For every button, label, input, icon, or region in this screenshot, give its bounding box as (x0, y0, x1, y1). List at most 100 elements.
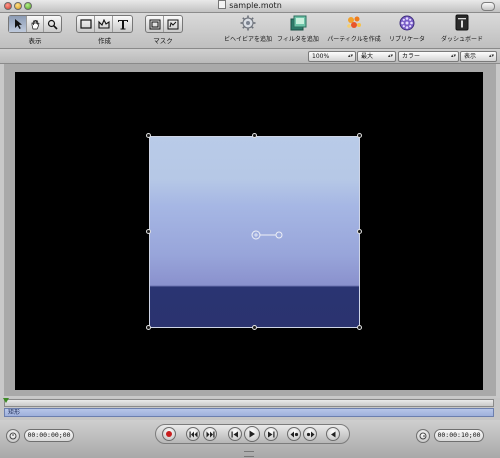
layer-bar[interactable]: 矩形 (4, 408, 494, 417)
add-behavior-button[interactable]: ビヘイビアを追加 (220, 14, 276, 43)
current-time-value: 00:00:00;00 (27, 431, 71, 439)
document-icon (218, 0, 227, 9)
record-button[interactable] (162, 427, 176, 441)
view-options-bar: 100% ▴▾ 最大 ▴▾ カラー ▴▾ 表示 ▴▾ (0, 49, 500, 64)
play-icon (249, 430, 255, 438)
select-tool-button[interactable] (9, 16, 27, 32)
loop-icon (306, 431, 314, 437)
popup-arrows-icon: ▴▾ (488, 53, 494, 59)
motion-window: sample.motn 表示 作成 マスク ビヘイビアを追加 フィルタを追加 パ… (0, 0, 500, 458)
zoom-level-popup[interactable]: 100% ▴▾ (308, 51, 356, 62)
filter-icon (290, 15, 307, 31)
dashboard-label: ダッシュボード (440, 36, 483, 43)
replicator-button[interactable]: リプリケータ (379, 14, 435, 43)
dashboard-button[interactable]: ダッシュボード (434, 14, 490, 43)
text-t-icon (117, 19, 128, 29)
resolution-popup[interactable]: 最大 ▴▾ (357, 51, 396, 62)
go-to-end-button[interactable] (203, 427, 217, 441)
play-range-button[interactable] (287, 427, 301, 441)
timeline-ruler[interactable] (4, 399, 494, 407)
pan-tool-button[interactable] (27, 16, 44, 32)
speaker-icon (331, 431, 336, 437)
selection-handle[interactable] (252, 133, 257, 138)
rectangle-mask-button[interactable] (146, 16, 164, 32)
popup-arrows-icon: ▴▾ (347, 53, 353, 59)
mask-tools-group (145, 15, 183, 33)
skip-to-end-icon (206, 431, 214, 437)
play-button[interactable] (244, 426, 260, 442)
selection-handle[interactable] (146, 325, 151, 330)
window-title-text: sample.motn (229, 1, 282, 10)
hand-icon (31, 19, 39, 29)
selection-handle[interactable] (357, 325, 362, 330)
make-particles-label: パーティクルを作成 (327, 36, 381, 43)
channels-popup[interactable]: カラー ▴▾ (398, 51, 459, 62)
view-tools-group (8, 15, 62, 33)
window-title: sample.motn (0, 0, 500, 12)
view-group-label: 表示 (28, 37, 42, 45)
make-particles-button[interactable]: パーティクルを作成 (326, 14, 382, 43)
selection-handle[interactable] (357, 229, 362, 234)
resolution-value: 最大 (361, 53, 374, 60)
replicator-label: リプリケータ (388, 36, 425, 43)
selection-handle[interactable] (146, 229, 151, 234)
canvas[interactable] (15, 72, 483, 390)
clock-icon (9, 432, 17, 440)
toolbar-toggle-button[interactable] (481, 2, 495, 11)
anchor-point-handle[interactable] (249, 226, 289, 240)
go-to-start-button[interactable] (186, 427, 200, 441)
toolbar: 表示 作成 マスク ビヘイビアを追加 フィルタを追加 パーティクルを作成 リプリ… (0, 13, 500, 49)
text-tool-button[interactable] (113, 16, 132, 32)
popup-arrows-icon: ▴▾ (450, 53, 456, 59)
playhead-marker-icon[interactable] (3, 398, 9, 403)
add-filter-button[interactable]: フィルタを追加 (270, 14, 326, 43)
selection-handle[interactable] (146, 133, 151, 138)
canvas-area (4, 64, 496, 396)
magnifier-icon (47, 19, 58, 30)
create-group-label: 作成 (98, 37, 111, 45)
display-popup[interactable]: 表示 ▴▾ (460, 51, 497, 62)
anchor-rotation-icon (251, 230, 283, 240)
layer-bar-label: 矩形 (8, 409, 21, 416)
record-icon (166, 431, 172, 437)
rectangle-mask-icon (149, 19, 160, 29)
resize-grip-icon[interactable] (244, 451, 254, 457)
duration-field[interactable]: 00:00:10;00 (434, 429, 484, 442)
current-time-mode-button[interactable] (6, 429, 20, 443)
selection-handle[interactable] (252, 325, 257, 330)
bezier-mask-button[interactable] (164, 16, 182, 32)
arrow-pointer-icon (14, 19, 22, 29)
title-bar: sample.motn (0, 0, 500, 13)
rectangle-icon (79, 19, 92, 29)
dashboard-icon (455, 14, 469, 31)
selection-handle[interactable] (357, 133, 362, 138)
step-back-icon (231, 431, 238, 437)
mask-group-label: マスク (153, 37, 173, 45)
zoom-level-value: 100% (312, 53, 330, 60)
zoom-tool-button[interactable] (44, 16, 61, 32)
channels-value: カラー (402, 53, 421, 60)
skip-to-start-icon (189, 431, 197, 437)
audio-button[interactable] (326, 427, 340, 441)
popup-arrows-icon: ▴▾ (387, 53, 393, 59)
rectangle-tool-button[interactable] (77, 16, 95, 32)
previous-frame-button[interactable] (228, 427, 242, 441)
duration-mode-button[interactable] (416, 429, 430, 443)
add-behavior-label: ビヘイビアを追加 (223, 36, 272, 43)
mini-timeline: 矩形 (0, 398, 500, 420)
next-frame-button[interactable] (264, 427, 278, 441)
particles-icon (347, 16, 361, 28)
create-tools-group (76, 15, 133, 33)
add-filter-label: フィルタを追加 (277, 36, 319, 43)
current-time-field[interactable]: 00:00:00;00 (24, 429, 74, 442)
duration-value: 00:00:10;00 (437, 431, 481, 439)
clock-icon (419, 432, 427, 440)
replicator-icon (399, 15, 415, 31)
loop-button[interactable] (303, 427, 317, 441)
transport-bar: 00:00:00;00 00:00:10;00 (0, 420, 500, 458)
bezier-tool-button[interactable] (95, 16, 113, 32)
loop-back-icon (290, 431, 298, 437)
bezier-pen-icon (97, 19, 110, 29)
playback-controls (155, 424, 350, 444)
rectangle-layer[interactable] (149, 136, 360, 328)
